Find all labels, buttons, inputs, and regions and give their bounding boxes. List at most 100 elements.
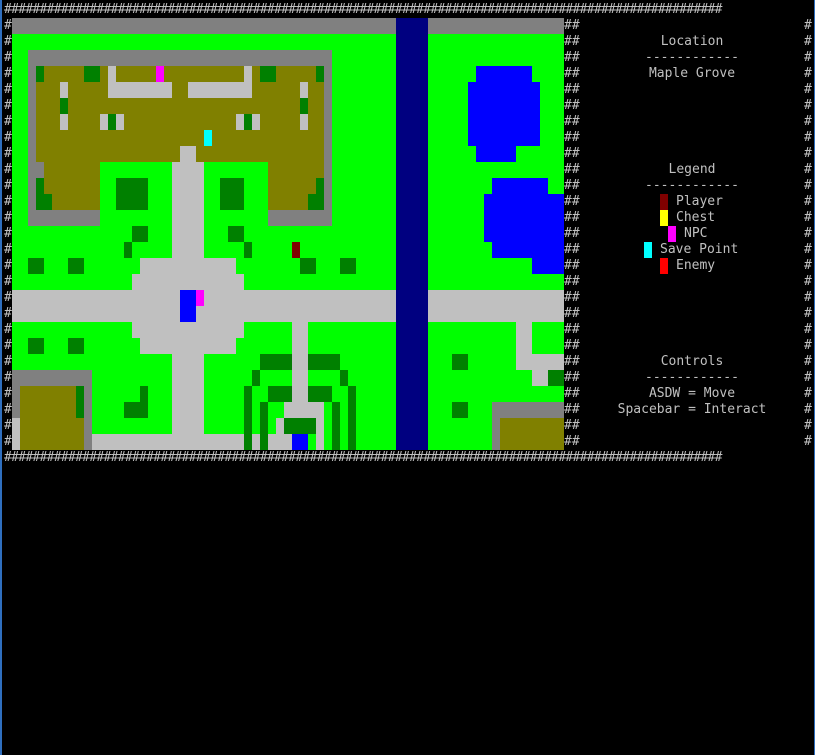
enemy-icon xyxy=(292,242,300,258)
manor-table xyxy=(188,82,252,98)
border-bottom: ########################################… xyxy=(4,450,723,465)
pond xyxy=(476,66,532,82)
window-edge-left xyxy=(0,0,2,755)
controls-rule: ------------ xyxy=(645,370,739,385)
npc-icon xyxy=(156,66,164,82)
hedge xyxy=(260,402,268,450)
hedge xyxy=(308,386,332,402)
legend-label: Save Point xyxy=(660,242,739,257)
tree-icon xyxy=(300,258,316,274)
plant-icon xyxy=(108,114,116,130)
hedge xyxy=(332,402,340,450)
save-point-icon xyxy=(204,130,212,146)
manor-pillar xyxy=(60,114,68,130)
legend-title: Legend xyxy=(668,162,716,177)
plant-icon xyxy=(316,66,324,82)
path-east xyxy=(516,322,532,370)
garden-path xyxy=(284,402,324,418)
legend-item-chest: Chest xyxy=(660,210,715,226)
tree-icon xyxy=(340,258,356,274)
controls-move: ASDW = Move xyxy=(648,386,736,401)
tree-icon xyxy=(28,258,44,274)
game-screen: ########################################… xyxy=(0,0,815,755)
border-divider: ## ## ## ## ## ## ## ## ## ## ## ## ## #… xyxy=(564,18,580,449)
manor-pillar xyxy=(300,114,308,130)
plant-icon xyxy=(244,114,252,130)
game-map[interactable] xyxy=(12,18,564,450)
plaza xyxy=(140,338,236,354)
pond xyxy=(476,146,516,162)
plant-icon xyxy=(76,386,84,402)
legend-label: NPC xyxy=(684,226,708,241)
manor-pillar xyxy=(108,66,116,82)
tree-icon xyxy=(548,370,564,386)
manor-entry-path xyxy=(180,146,196,162)
legend-label: Enemy xyxy=(676,258,716,273)
hedge xyxy=(284,418,292,434)
npc-swatch-icon xyxy=(668,226,676,242)
hedge xyxy=(348,386,356,450)
river xyxy=(396,18,428,450)
chest-swatch-icon xyxy=(660,210,668,226)
manor-pillar xyxy=(116,114,124,130)
garden-path xyxy=(276,418,284,450)
tree-icon xyxy=(244,242,252,258)
garden-door xyxy=(292,434,308,450)
east-house-floor xyxy=(500,418,564,450)
pond xyxy=(492,242,564,258)
house-door-path xyxy=(12,418,20,450)
legend-item-player: Player xyxy=(660,194,723,210)
manor-pillar xyxy=(300,82,308,98)
location-rule: ------------ xyxy=(645,50,739,65)
garden-path xyxy=(316,418,324,450)
npc-icon xyxy=(196,290,204,306)
hedge xyxy=(252,370,260,386)
plaza xyxy=(140,258,236,274)
legend-rule: ------------ xyxy=(645,178,739,193)
border-right: # # # # # # # # # # # # # # # # # # # # … xyxy=(804,18,812,449)
tree-icon xyxy=(452,402,468,418)
enemy-swatch-icon xyxy=(660,258,668,274)
hedge xyxy=(268,386,292,402)
manor-floor xyxy=(116,66,140,82)
hedge xyxy=(244,386,252,450)
manor-table xyxy=(108,82,172,98)
hedge xyxy=(308,354,340,370)
pond xyxy=(484,194,564,242)
plaza xyxy=(132,322,244,338)
manor-pillar xyxy=(236,114,244,130)
river-bridge-gap xyxy=(396,290,428,322)
pond xyxy=(492,178,548,194)
border-top: ########################################… xyxy=(4,2,723,17)
tree-icon xyxy=(132,226,148,242)
plant-icon xyxy=(84,66,100,82)
controls-interact: Spacebar = Interact xyxy=(617,402,767,417)
plant-icon xyxy=(300,98,308,114)
manor-pillar xyxy=(60,82,68,98)
tree-icon xyxy=(140,386,148,402)
manor-left-wing xyxy=(44,162,100,210)
tree-icon xyxy=(228,226,244,242)
save-point-swatch-icon xyxy=(644,242,652,258)
tree-icon xyxy=(124,242,132,258)
house-floor xyxy=(20,386,84,450)
location-title: Location xyxy=(660,34,724,49)
plant-icon xyxy=(76,402,84,418)
plant-icon xyxy=(260,66,276,82)
tree-icon xyxy=(68,258,84,274)
plant-icon xyxy=(316,178,324,210)
plant-icon xyxy=(36,178,44,210)
legend-item-save-point: Save Point xyxy=(644,242,738,258)
tree-icon xyxy=(452,354,468,370)
manor-pillar xyxy=(100,114,108,130)
player-swatch-icon xyxy=(660,194,668,210)
hedge xyxy=(340,370,348,386)
manor-pillar xyxy=(252,114,260,130)
plant-icon xyxy=(308,194,316,210)
manor-pillar xyxy=(244,66,252,82)
tree-icon xyxy=(116,178,148,210)
controls-title: Controls xyxy=(660,354,724,369)
plaza xyxy=(132,274,244,290)
legend-label: Chest xyxy=(676,210,716,225)
legend-item-npc: NPC xyxy=(668,226,707,242)
